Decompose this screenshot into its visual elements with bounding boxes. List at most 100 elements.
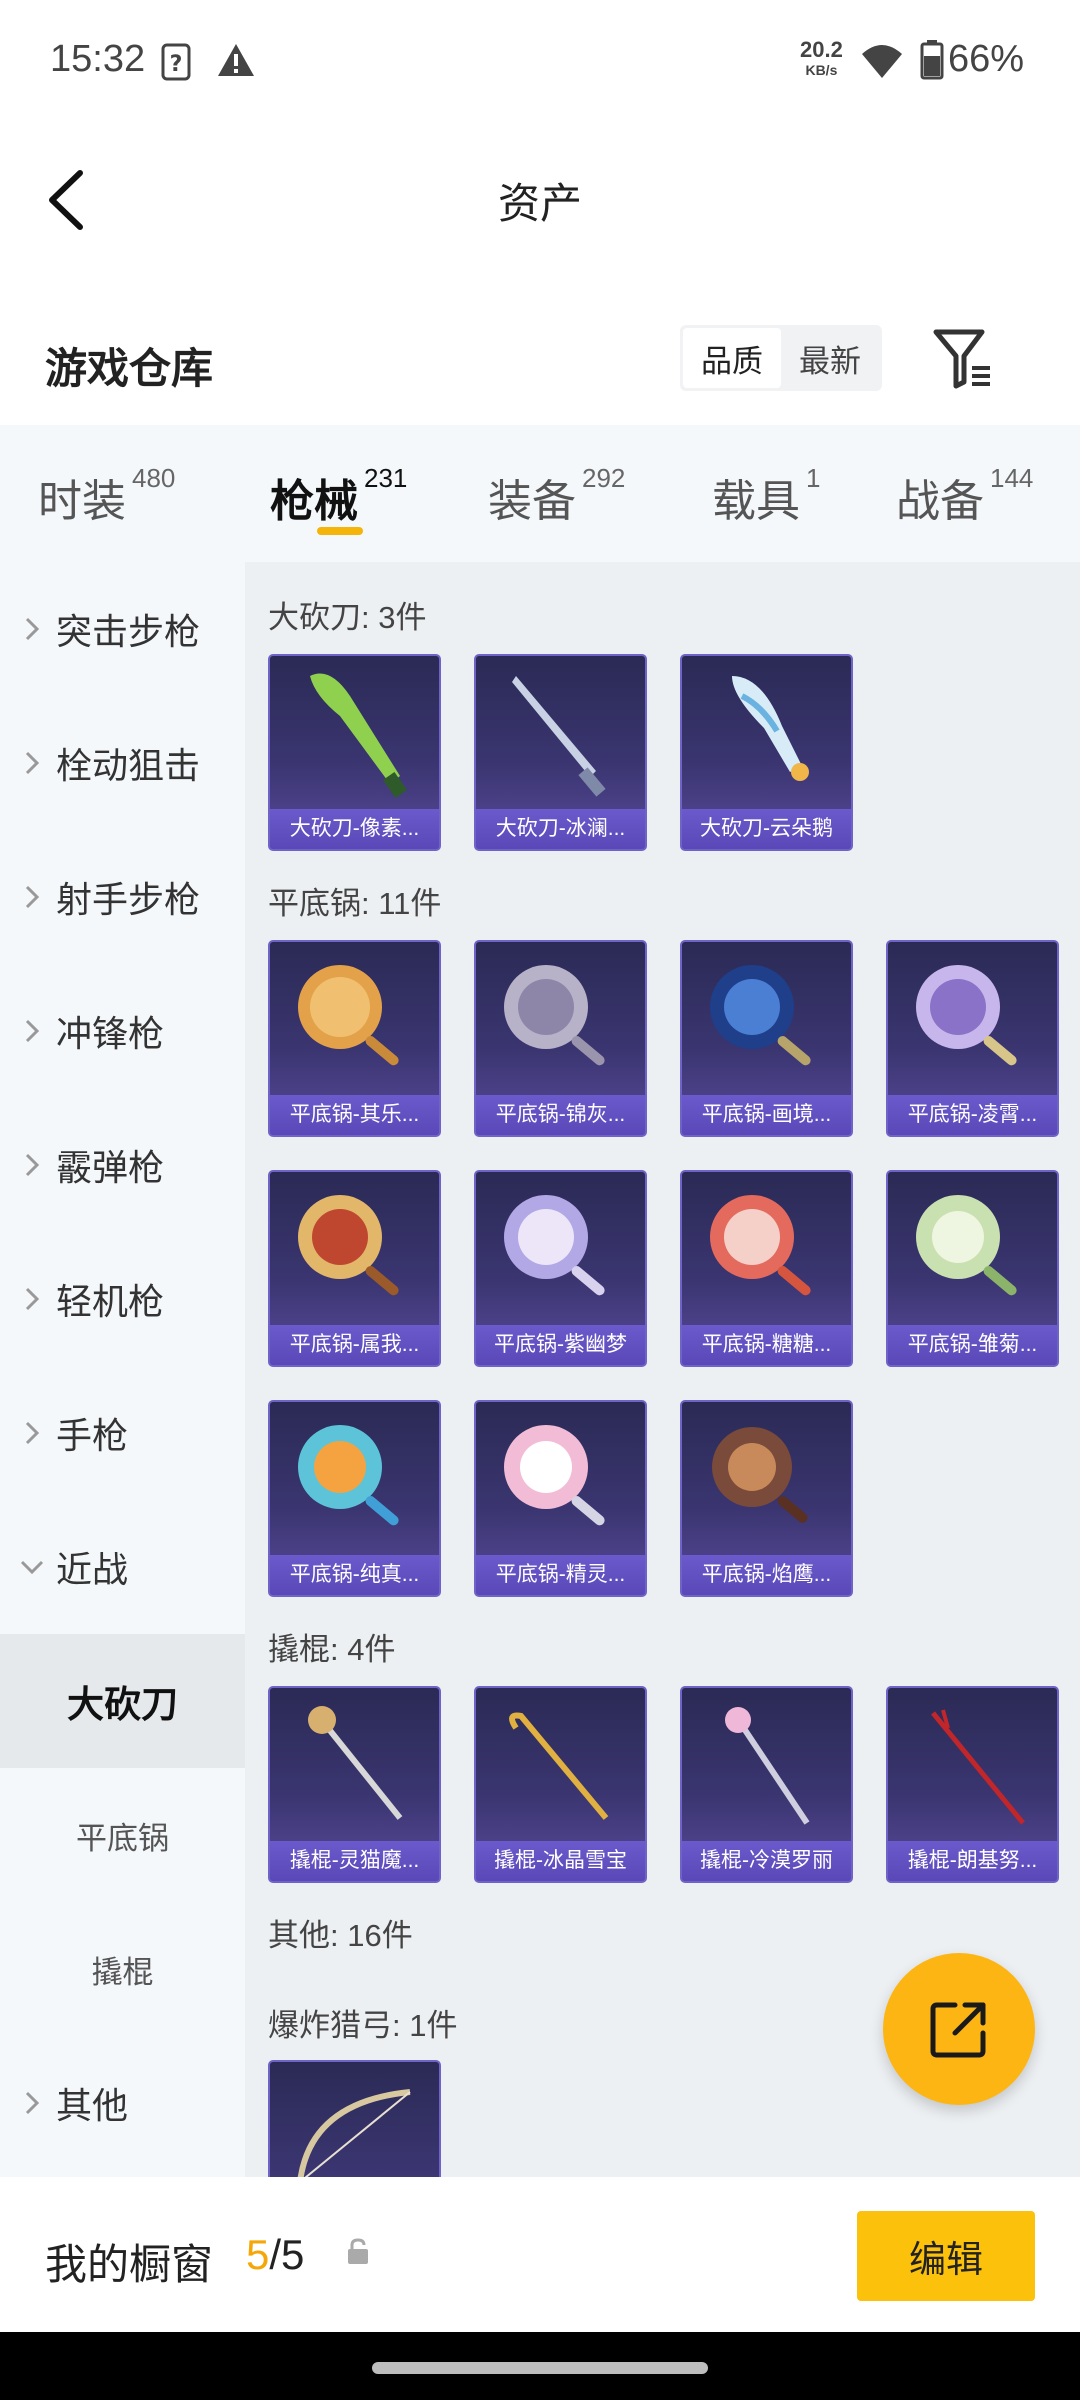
item-name: 撬棍-冷漠罗丽 bbox=[682, 1841, 851, 1881]
system-nav-bar bbox=[0, 2332, 1080, 2400]
chevron-right-icon bbox=[0, 1153, 56, 1177]
pan-art bbox=[298, 1425, 399, 1526]
crowbar-art bbox=[509, 1712, 609, 1820]
item-card[interactable] bbox=[268, 2060, 441, 2177]
sidebar-item-label: 栓动狙击 bbox=[56, 745, 201, 786]
item-name: 大砍刀-像素... bbox=[270, 809, 439, 849]
lock-icon[interactable] bbox=[345, 2237, 371, 2272]
warning-icon bbox=[216, 42, 256, 83]
item-card[interactable]: 平底锅-其乐... bbox=[268, 940, 441, 1137]
item-name: 撬棍-朗基努... bbox=[888, 1841, 1057, 1881]
sim-card-icon: ? bbox=[160, 42, 192, 87]
sidebar-item-label: 其他 bbox=[56, 2085, 129, 2126]
sort-latest-button[interactable]: 最新 bbox=[781, 328, 879, 388]
item-card[interactable]: 大砍刀-冰澜... bbox=[474, 654, 647, 851]
tab-label: 战备 bbox=[896, 477, 984, 526]
pan-art bbox=[298, 1195, 399, 1296]
item-card[interactable]: 大砍刀-像素... bbox=[268, 654, 441, 851]
section-title-pan: 平底锅: 11件 bbox=[268, 886, 442, 921]
battery-icon bbox=[920, 40, 944, 85]
tab-firearms[interactable]: 枪械 231 bbox=[270, 463, 407, 529]
item-name: 撬棍-冰晶雪宝 bbox=[476, 1841, 645, 1881]
item-card[interactable]: 撬棍-朗基努... bbox=[886, 1686, 1059, 1883]
tab-count: 480 bbox=[132, 463, 176, 493]
sidebar-item-assault-rifle[interactable]: 突击步枪 bbox=[0, 562, 245, 696]
sidebar-sub-pan[interactable]: 平底锅 bbox=[0, 1768, 245, 1902]
tab-label: 装备 bbox=[488, 477, 576, 526]
share-button[interactable] bbox=[883, 1953, 1035, 2105]
item-card[interactable]: 撬棍-冰晶雪宝 bbox=[474, 1686, 647, 1883]
item-card[interactable]: 平底锅-焰鹰... bbox=[680, 1400, 853, 1597]
edit-button[interactable]: 编辑 bbox=[857, 2211, 1035, 2301]
item-card[interactable]: 平底锅-精灵... bbox=[474, 1400, 647, 1597]
item-card[interactable]: 平底锅-糖糖... bbox=[680, 1170, 853, 1367]
status-bar: 15:32 ? 20.2 KB/s 66% bbox=[0, 0, 1080, 125]
item-name: 平底锅-精灵... bbox=[476, 1555, 645, 1595]
item-card[interactable]: 平底锅-锦灰... bbox=[474, 940, 647, 1137]
item-name: 平底锅-紫幽梦 bbox=[476, 1325, 645, 1365]
sidebar-item-shotgun[interactable]: 霰弹枪 bbox=[0, 1098, 245, 1232]
home-gesture-handle[interactable] bbox=[372, 2362, 708, 2374]
item-card[interactable]: 大砍刀-云朵鹅 bbox=[680, 654, 853, 851]
chevron-right-icon bbox=[0, 1421, 56, 1445]
pan-art bbox=[504, 965, 605, 1066]
sidebar-item-bolt-sniper[interactable]: 栓动狙击 bbox=[0, 696, 245, 830]
sidebar-item-other[interactable]: 其他 bbox=[0, 2036, 245, 2170]
machete-cloud-goose-art bbox=[732, 676, 809, 781]
tab-fashion[interactable]: 时装 480 bbox=[38, 463, 176, 529]
tab-vehicles[interactable]: 载具 1 bbox=[712, 463, 820, 529]
sidebar-sub-machete[interactable]: 大砍刀 bbox=[0, 1634, 245, 1768]
sidebar-item-label: 手枪 bbox=[56, 1415, 129, 1456]
net-speed-unit: KB/s bbox=[805, 62, 838, 78]
pan-art bbox=[916, 1195, 1017, 1296]
crowbar-art bbox=[931, 1709, 1025, 1825]
sidebar-item-marksman-rifle[interactable]: 射手步枪 bbox=[0, 830, 245, 964]
sidebar-sub-crowbar[interactable]: 撬棍 bbox=[0, 1902, 245, 2036]
filter-button[interactable] bbox=[930, 326, 1000, 392]
item-name: 平底锅-雏菊... bbox=[888, 1325, 1057, 1365]
item-card[interactable]: 平底锅-雏菊... bbox=[886, 1170, 1059, 1367]
active-tab-indicator bbox=[317, 527, 363, 535]
item-card[interactable]: 撬棍-灵猫魔... bbox=[268, 1686, 441, 1883]
pan-art bbox=[710, 1195, 811, 1296]
sidebar-item-smg[interactable]: 冲锋枪 bbox=[0, 964, 245, 1098]
item-card[interactable]: 平底锅-紫幽梦 bbox=[474, 1170, 647, 1367]
item-card[interactable]: 平底锅-画境... bbox=[680, 940, 853, 1137]
crowbar-art bbox=[308, 1706, 403, 1820]
sidebar-item-lmg[interactable]: 轻机枪 bbox=[0, 1232, 245, 1366]
sort-quality-button[interactable]: 品质 bbox=[683, 328, 781, 388]
item-card[interactable]: 平底锅-凌霄... bbox=[886, 940, 1059, 1137]
tab-equipment[interactable]: 装备 292 bbox=[488, 463, 626, 529]
item-name: 平底锅-属我... bbox=[270, 1325, 439, 1365]
sidebar-item-label: 射手步枪 bbox=[56, 879, 201, 920]
item-name: 大砍刀-云朵鹅 bbox=[682, 809, 851, 849]
tab-combat-gear[interactable]: 战备 144 bbox=[896, 463, 1034, 529]
sidebar-item-melee[interactable]: 近战 bbox=[0, 1500, 245, 1634]
pan-art bbox=[504, 1425, 605, 1526]
item-name: 大砍刀-冰澜... bbox=[476, 809, 645, 849]
sidebar-item-pistol[interactable]: 手枪 bbox=[0, 1366, 245, 1500]
item-card[interactable]: 平底锅-纯真... bbox=[268, 1400, 441, 1597]
machete-ice-art bbox=[512, 676, 606, 797]
sidebar-item-label: 近战 bbox=[56, 1549, 129, 1590]
pan-art bbox=[504, 1195, 605, 1296]
battery-percent: 66% bbox=[948, 38, 1025, 80]
page-title: 资产 bbox=[497, 180, 582, 227]
item-card[interactable]: 撬棍-冷漠罗丽 bbox=[680, 1686, 853, 1883]
tab-count: 144 bbox=[990, 463, 1034, 493]
item-grid-area[interactable]: 大砍刀: 3件 大砍刀-像素... 大砍刀-冰澜... 大砍刀-云朵鹅 平底锅:… bbox=[245, 562, 1080, 2177]
machete-pixel-art bbox=[310, 673, 408, 799]
item-name: 平底锅-糖糖... bbox=[682, 1325, 851, 1365]
share-icon bbox=[930, 2002, 986, 2058]
tab-label: 枪械 bbox=[270, 477, 358, 526]
crowbar-art bbox=[725, 1707, 810, 1825]
pan-art bbox=[712, 1427, 808, 1523]
chevron-right-icon bbox=[0, 2091, 56, 2115]
tab-count: 292 bbox=[582, 463, 626, 493]
warehouse-title: 游戏仓库 bbox=[45, 345, 214, 392]
tab-label: 时装 bbox=[38, 477, 126, 526]
section-title-other: 其他: 16件 bbox=[268, 1918, 413, 1953]
weapon-category-sidebar: 突击步枪 栓动狙击 射手步枪 冲锋枪 霰弹枪 轻机枪 手枪 近战 大砍刀 平底锅… bbox=[0, 562, 245, 2177]
item-card[interactable]: 平底锅-属我... bbox=[268, 1170, 441, 1367]
showcase-bar: 我的橱窗 5/5 编辑 bbox=[0, 2177, 1080, 2332]
